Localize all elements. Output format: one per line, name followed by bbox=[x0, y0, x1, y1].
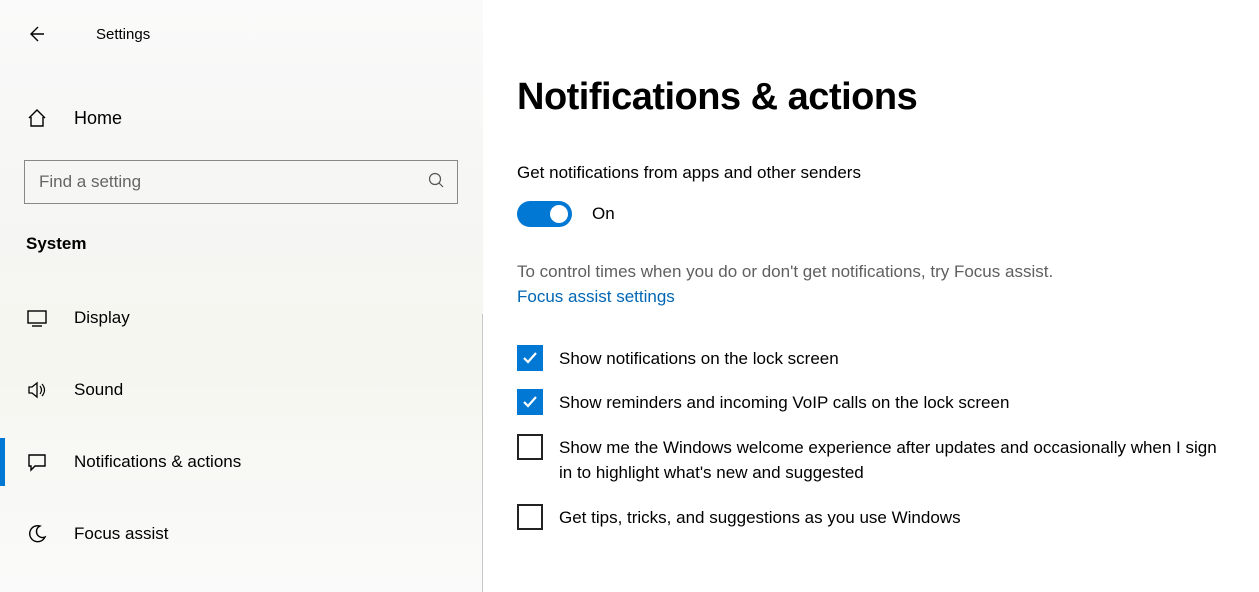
sidebar-item-sound[interactable]: Sound bbox=[0, 354, 483, 426]
app-title: Settings bbox=[96, 26, 150, 43]
sidebar-item-display[interactable]: Display bbox=[0, 282, 483, 354]
setting-heading: Get notifications from apps and other se… bbox=[517, 163, 1219, 183]
monitor-icon bbox=[26, 307, 48, 329]
search-input[interactable] bbox=[39, 172, 427, 192]
nav-list: Display Sound Notifications & actions Fo… bbox=[0, 282, 483, 570]
toggle-state-label: On bbox=[592, 204, 615, 224]
section-heading: System bbox=[26, 234, 483, 254]
checkbox-icon bbox=[517, 345, 543, 371]
topbar: Settings bbox=[0, 14, 483, 54]
checkbox-icon bbox=[517, 504, 543, 530]
sidebar-item-label: Display bbox=[74, 308, 130, 328]
page-title: Notifications & actions bbox=[517, 76, 1219, 119]
focus-assist-link[interactable]: Focus assist settings bbox=[517, 287, 675, 307]
checkbox-welcome-experience[interactable]: Show me the Windows welcome experience a… bbox=[517, 434, 1219, 486]
checkbox-label: Show me the Windows welcome experience a… bbox=[559, 434, 1219, 486]
sidebar: Settings Home System Display Sound bbox=[0, 0, 483, 592]
speaker-icon bbox=[26, 379, 48, 401]
checkbox-lock-screen-notifications[interactable]: Show notifications on the lock screen bbox=[517, 345, 1219, 372]
search-box[interactable] bbox=[24, 160, 458, 204]
chat-icon bbox=[26, 451, 48, 473]
sidebar-item-focus-assist[interactable]: Focus assist bbox=[0, 498, 483, 570]
moon-icon bbox=[26, 523, 48, 545]
home-label: Home bbox=[74, 108, 122, 129]
sidebar-item-label: Focus assist bbox=[74, 524, 168, 544]
divider bbox=[482, 314, 483, 592]
checkbox-icon bbox=[517, 434, 543, 460]
notifications-toggle[interactable] bbox=[517, 201, 572, 227]
back-arrow-icon[interactable] bbox=[26, 24, 46, 44]
home-nav[interactable]: Home bbox=[0, 96, 483, 140]
home-icon bbox=[26, 107, 48, 129]
toggle-row: On bbox=[517, 201, 1219, 227]
checkbox-reminders-voip[interactable]: Show reminders and incoming VoIP calls o… bbox=[517, 389, 1219, 416]
checkbox-list: Show notifications on the lock screen Sh… bbox=[517, 345, 1219, 531]
checkbox-label: Show reminders and incoming VoIP calls o… bbox=[559, 389, 1009, 416]
sidebar-item-label: Notifications & actions bbox=[74, 452, 241, 472]
main-content: Notifications & actions Get notification… bbox=[483, 0, 1259, 592]
checkbox-icon bbox=[517, 389, 543, 415]
checkbox-label: Show notifications on the lock screen bbox=[559, 345, 839, 372]
checkbox-tips-tricks[interactable]: Get tips, tricks, and suggestions as you… bbox=[517, 504, 1219, 531]
search-icon bbox=[427, 171, 445, 193]
checkbox-label: Get tips, tricks, and suggestions as you… bbox=[559, 504, 961, 531]
hint-text: To control times when you do or don't ge… bbox=[517, 259, 1219, 285]
sidebar-item-notifications[interactable]: Notifications & actions bbox=[0, 426, 483, 498]
sidebar-item-label: Sound bbox=[74, 380, 123, 400]
